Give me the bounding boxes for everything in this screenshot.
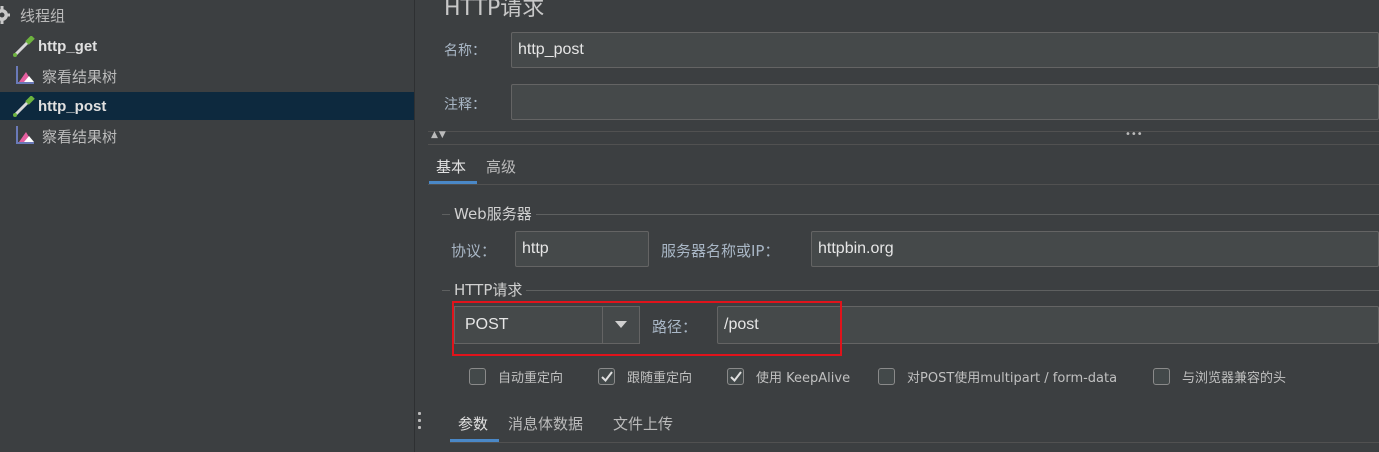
checkbox-label: 跟随重定向	[627, 371, 693, 386]
divider	[450, 442, 1379, 443]
name-label: 名称：	[444, 43, 486, 59]
protocol-field[interactable]: http	[515, 231, 649, 267]
tree-item-http-get[interactable]: http_get	[0, 34, 414, 58]
keepalive-checkbox[interactable]: 使用 KeepAlive	[727, 367, 850, 386]
ellipsis-icon[interactable]: •••	[1125, 129, 1143, 140]
drag-handle-icon[interactable]	[418, 412, 422, 432]
checkbox-label: 与浏览器兼容的头	[1182, 371, 1287, 386]
tab-advanced[interactable]: 高级	[486, 156, 516, 177]
group-border	[442, 290, 1379, 291]
chart-icon	[16, 126, 36, 146]
checkmark-icon	[598, 368, 615, 385]
checkbox-icon	[878, 368, 895, 385]
tree-item-label: http_get	[38, 37, 98, 55]
collapse-arrows-icon[interactable]: ▲▼	[431, 130, 447, 140]
checkbox-icon	[1153, 368, 1170, 385]
tree-item-view-results-tree[interactable]: 察看结果树	[0, 64, 414, 88]
split-divider[interactable]	[414, 0, 429, 452]
tab-file-upload[interactable]: 文件上传	[613, 413, 673, 434]
gear-icon	[0, 5, 14, 25]
browser-headers-checkbox[interactable]: 与浏览器兼容的头	[1153, 367, 1286, 386]
checkbox-label: 使用 KeepAlive	[756, 371, 851, 386]
checkbox-label: 自动重定向	[498, 371, 564, 386]
pipette-icon	[12, 95, 35, 117]
tree-item-view-results-tree[interactable]: 察看结果树	[0, 124, 414, 148]
http-request-group-title: HTTP请求	[450, 279, 527, 300]
page-title: HTTP请求	[444, 0, 545, 21]
comment-field[interactable]	[511, 84, 1379, 120]
group-border	[442, 214, 1379, 215]
tree-item-label: 察看结果树	[42, 127, 118, 146]
http-request-panel: HTTP请求 名称： http_post 注释： ▲▼ ••• 基本 高级 We…	[428, 0, 1379, 452]
tab-parameters[interactable]: 参数	[458, 413, 488, 434]
divider	[428, 184, 1379, 185]
highlight-box	[452, 301, 842, 356]
server-label: 服务器名称或IP：	[661, 242, 780, 260]
tree-item-label: 察看结果树	[42, 67, 118, 86]
follow-redirect-checkbox[interactable]: 跟随重定向	[598, 367, 692, 386]
server-field[interactable]: httpbin.org	[811, 231, 1379, 267]
tree-item-http-post[interactable]: http_post	[0, 92, 414, 120]
name-field[interactable]: http_post	[511, 32, 1379, 68]
tree-item-label: http_post	[38, 97, 107, 115]
checkbox-label: 对POST使用multipart / form-data	[907, 371, 1118, 386]
tree-item-label: 线程组	[20, 6, 66, 25]
multipart-checkbox[interactable]: 对POST使用multipart / form-data	[878, 367, 1117, 386]
comment-label: 注释：	[444, 97, 486, 113]
test-plan-tree: 线程组 http_get 察看结果树 http_post 察看结果树	[0, 0, 414, 452]
checkmark-icon	[727, 368, 744, 385]
pipette-icon	[12, 35, 35, 57]
chart-icon	[16, 66, 36, 86]
auto-redirect-checkbox[interactable]: 自动重定向	[469, 367, 563, 386]
tree-item-thread-group[interactable]: 线程组	[0, 3, 414, 27]
tab-basic[interactable]: 基本	[436, 156, 466, 177]
divider	[428, 144, 1379, 145]
divider	[428, 131, 1379, 132]
web-server-group-title: Web服务器	[450, 203, 536, 224]
checkbox-icon	[469, 368, 486, 385]
tab-body-data[interactable]: 消息体数据	[508, 413, 583, 434]
protocol-label: 协议：	[451, 242, 497, 260]
